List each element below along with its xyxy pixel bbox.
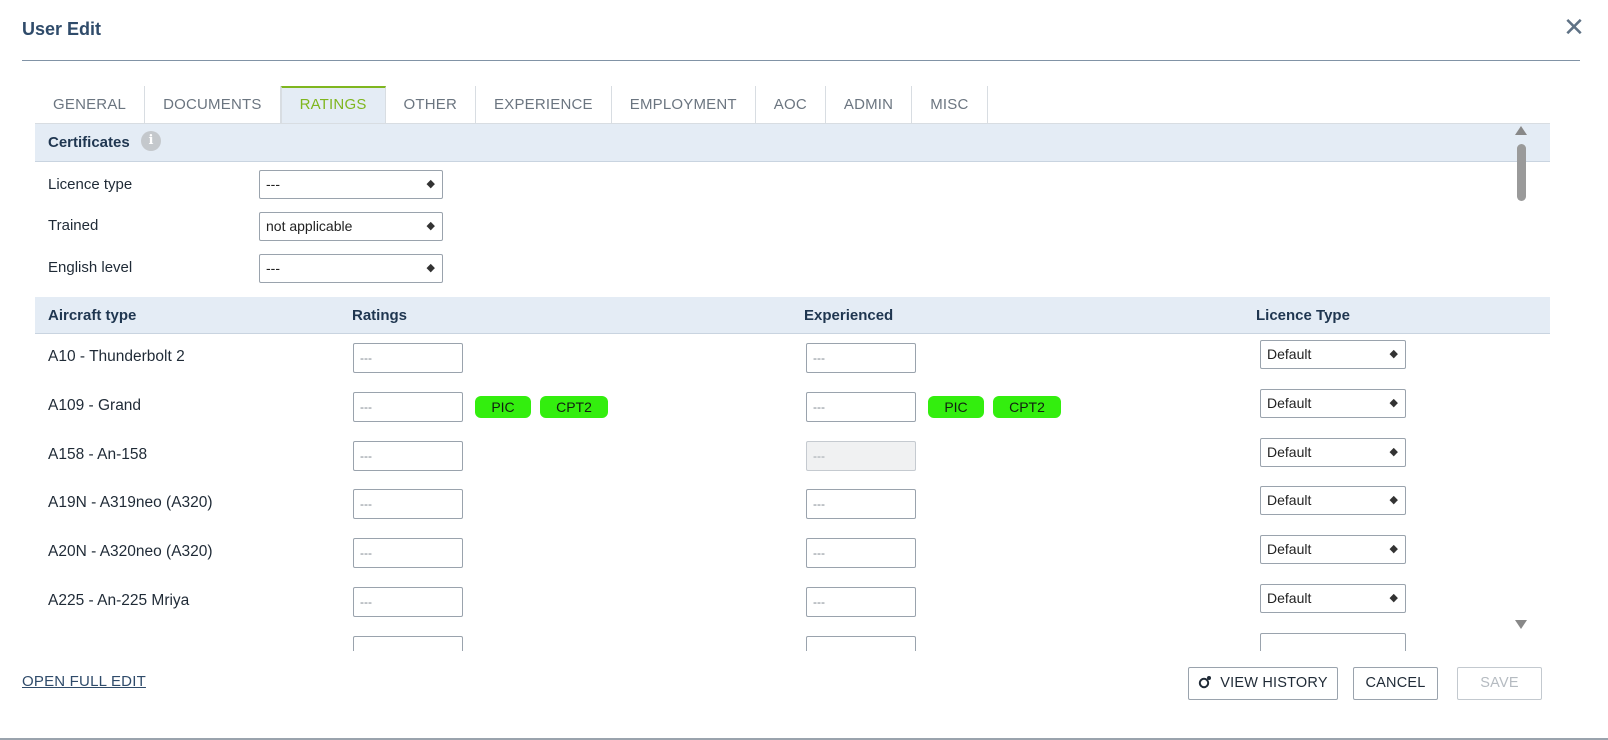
table-row: A225 - An-225 Mriya --- --- Default ◆	[35, 578, 1550, 627]
select-chevron-icon: ◆	[1389, 396, 1398, 409]
aircraft-type-label: A225 - An-225 Mriya	[48, 592, 190, 609]
partial-input[interactable]	[806, 635, 916, 651]
ratings-input[interactable]: ---	[353, 538, 463, 569]
tab-experience[interactable]: EXPERIENCE	[476, 86, 612, 124]
select-chevron-icon: ◆	[1389, 445, 1398, 458]
ratings-input[interactable]: ---	[353, 391, 463, 422]
ratings-input[interactable]: ---	[353, 587, 463, 617]
dialog-title: User Edit	[22, 19, 102, 39]
column-licence-type: Licence Type	[1256, 307, 1350, 324]
licence-type-row-value: Default	[1267, 346, 1312, 362]
table-row: A109 - Grand --- PIC CPT2 --- PIC CPT2 Default ◆	[35, 383, 1550, 432]
select-chevron-icon: ◆	[1389, 494, 1398, 507]
select-chevron-icon: ◆	[1389, 348, 1398, 360]
scroll-thumb[interactable]	[1517, 144, 1526, 201]
tab-ratings[interactable]: RATINGS	[280, 86, 386, 124]
tab-aoc[interactable]: AOC	[756, 86, 826, 124]
licence-type-value: ---	[266, 176, 280, 192]
select-chevron-icon: ◆	[426, 178, 435, 190]
save-button[interactable]: SAVE	[1457, 667, 1542, 700]
table-row: A19N - A319neo (A320) --- --- Default ◆	[35, 480, 1550, 529]
aircraft-type-label: A10 - Thunderbolt 2	[48, 348, 185, 365]
licence-type-row-select[interactable]: Default ◆	[1260, 535, 1406, 565]
select-chevron-icon: ◆	[1389, 543, 1398, 556]
aircraft-type-label: A20N - A320neo (A320)	[48, 543, 213, 561]
partial-select[interactable]	[1260, 632, 1406, 651]
aircraft-type-label: A158 - An-158	[48, 445, 148, 463]
rating-chip[interactable]: PIC	[475, 395, 531, 418]
trained-value: not applicable	[266, 218, 353, 234]
experienced-input[interactable]: ---	[806, 538, 916, 569]
table-row: A158 - An-158 --- --- Default ◆	[35, 432, 1550, 481]
ratings-input[interactable]: ---	[353, 343, 463, 373]
tab-admin[interactable]: ADMIN	[826, 86, 913, 124]
licence-type-row-value: Default	[1267, 590, 1312, 606]
user-edit-dialog: User Edit ✕ GENERAL DOCUMENTS RATINGS OTHER…	[0, 0, 1608, 740]
close-icon[interactable]: ✕	[1562, 14, 1586, 40]
ratings-input[interactable]: ---	[353, 440, 463, 471]
table-row-partial	[35, 627, 1550, 651]
experienced-chip[interactable]: PIC	[928, 395, 984, 418]
rating-chip[interactable]: CPT2	[540, 395, 608, 418]
licence-type-select[interactable]: --- ◆	[259, 170, 443, 199]
tab-employment[interactable]: EMPLOYMENT	[612, 86, 756, 124]
view-history-label: VIEW HISTORY	[1220, 675, 1328, 691]
table-row: A10 - Thunderbolt 2 --- --- Default ◆	[35, 334, 1550, 383]
panel-scrollbar[interactable]	[1513, 124, 1530, 636]
table-row: A20N - A320neo (A320) --- --- Default ◆	[35, 529, 1550, 578]
view-history-button[interactable]: VIEW HISTORY	[1188, 667, 1338, 700]
section-title: Certificates	[48, 134, 130, 151]
select-chevron-icon: ◆	[1389, 592, 1398, 604]
column-experienced: Experienced	[804, 307, 894, 324]
info-icon[interactable]: i	[141, 131, 161, 151]
certificates-header: Certificates i	[35, 124, 1550, 162]
english-level-label: English level	[48, 259, 133, 276]
licence-type-row-value: Default	[1267, 492, 1312, 509]
experienced-input[interactable]: ---	[806, 391, 916, 422]
select-chevron-icon: ◆	[426, 220, 435, 232]
experienced-input: ---	[806, 440, 916, 471]
ratings-panel[interactable]: Certificates i Licence type --- ◆ Traine…	[35, 124, 1550, 651]
licence-type-row-value: Default	[1267, 394, 1312, 411]
scroll-up-icon[interactable]	[1515, 126, 1527, 135]
column-aircraft-type: Aircraft type	[48, 307, 137, 324]
aircraft-type-label: A19N - A319neo (A320)	[48, 494, 213, 512]
column-ratings: Ratings	[352, 307, 408, 324]
experienced-input[interactable]: ---	[806, 587, 916, 617]
ratings-input[interactable]: ---	[353, 489, 463, 520]
aircraft-type-label: A109 - Grand	[48, 396, 142, 414]
tab-bar: GENERAL DOCUMENTS RATINGS OTHER EXPERIENCE EM…	[35, 86, 988, 124]
title-divider	[22, 60, 1580, 61]
partial-input[interactable]	[353, 635, 463, 651]
experienced-input[interactable]: ---	[806, 343, 916, 373]
scroll-down-icon[interactable]	[1515, 620, 1527, 629]
trained-select[interactable]: not applicable ◆	[259, 212, 443, 241]
licence-type-row-value: Default	[1267, 541, 1312, 558]
english-level-value: ---	[266, 260, 280, 276]
licence-type-row-select[interactable]: Default ◆	[1260, 486, 1406, 516]
licence-type-row-select[interactable]: Default ◆	[1260, 388, 1406, 418]
cancel-button[interactable]: CANCEL	[1353, 667, 1438, 700]
select-chevron-icon: ◆	[426, 262, 435, 274]
history-icon	[1199, 676, 1212, 689]
tab-misc[interactable]: MISC	[912, 86, 988, 124]
open-full-edit-link[interactable]: OPEN FULL EDIT	[22, 673, 146, 690]
experienced-chip[interactable]: CPT2	[993, 395, 1061, 418]
licence-type-row-select[interactable]: Default ◆	[1260, 437, 1406, 467]
licence-type-label: Licence type	[48, 176, 133, 193]
ratings-grid-header: Aircraft type Ratings Experienced Licenc…	[35, 297, 1550, 334]
licence-type-row-value: Default	[1267, 443, 1312, 460]
licence-type-row-select[interactable]: Default ◆	[1260, 340, 1406, 369]
tab-other[interactable]: OTHER	[386, 86, 477, 124]
tab-documents[interactable]: DOCUMENTS	[145, 86, 281, 124]
licence-type-row-select[interactable]: Default ◆	[1260, 584, 1406, 613]
tab-general[interactable]: GENERAL	[35, 86, 146, 124]
english-level-select[interactable]: --- ◆	[259, 254, 443, 283]
trained-label: Trained	[48, 217, 99, 234]
experienced-input[interactable]: ---	[806, 489, 916, 520]
